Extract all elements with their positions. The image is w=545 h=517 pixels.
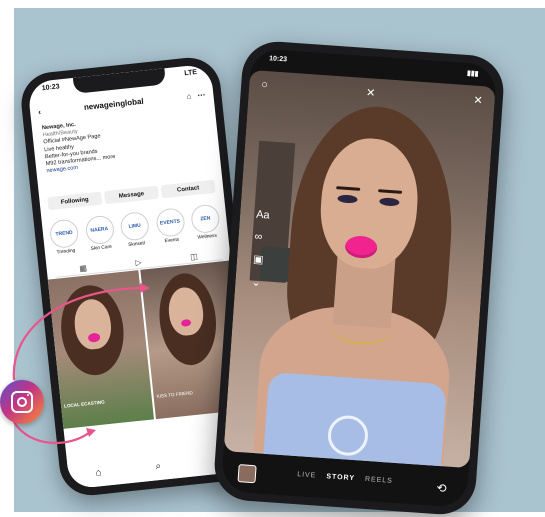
boomerang-icon[interactable]: ∞ <box>254 231 268 244</box>
post-tile[interactable]: LOCAL ECASTING <box>47 270 155 429</box>
highlight-cover: TREND <box>48 218 80 250</box>
highlight-item[interactable]: LIMU Skinsetl <box>118 210 151 249</box>
story-highlights: TREND Trending NAERA Skin Care LIMU Skin… <box>48 203 223 256</box>
camera-screen: 10:23 ▮▮▮ ○ ✕ ✕ Aa ∞ ▣ ⌄ LIVE STORY REEL… <box>220 47 498 509</box>
right-phone: 10:23 ▮▮▮ ○ ✕ ✕ Aa ∞ ▣ ⌄ LIVE STORY REEL… <box>212 39 506 517</box>
highlight-item[interactable]: NAERA Skin Care <box>83 214 116 252</box>
clock: 10:23 <box>41 83 61 93</box>
close-icon[interactable]: ✕ <box>473 94 483 108</box>
flash-icon[interactable]: ✕ <box>366 86 376 100</box>
flip-camera-icon[interactable]: ⟲ <box>433 480 450 497</box>
profile-bio: Newage, Inc. Health/Beauty Official #New… <box>42 108 210 175</box>
mode-reels[interactable]: REELS <box>365 476 393 485</box>
layout-icon[interactable]: ▣ <box>253 253 267 267</box>
highlight-label: Skin Care <box>90 244 113 252</box>
reels-icon[interactable]: ▷ <box>135 257 142 267</box>
tile-caption: KISS TO FRIEND <box>156 390 194 399</box>
following-button[interactable]: Following <box>47 191 103 211</box>
highlight-item[interactable]: TREND Trending <box>48 218 81 256</box>
highlight-label: Events <box>164 237 180 245</box>
highlight-item[interactable]: EVENTS Events <box>154 207 187 245</box>
highlight-label: Skinsetl <box>128 241 146 249</box>
more-icon[interactable]: ⋯ <box>197 90 206 100</box>
settings-icon[interactable]: ○ <box>261 79 268 92</box>
home-icon[interactable]: ⌂ <box>95 467 102 479</box>
mode-selector: LIVE STORY REELS <box>222 466 468 490</box>
tagged-icon[interactable]: ◫ <box>190 251 198 261</box>
highlight-cover: NAERA <box>84 214 115 246</box>
bell-icon[interactable]: ⌂ <box>186 91 192 100</box>
highlight-cover: LIMU <box>119 210 151 242</box>
highlight-label: Wellness <box>197 233 218 241</box>
battery-icon: ▮▮▮ <box>466 70 479 78</box>
instagram-icon <box>0 380 44 424</box>
clock: 10:23 <box>268 55 288 64</box>
highlight-cover: EVENTS <box>154 207 186 238</box>
highlight-label: Trending <box>56 248 76 256</box>
tile-caption: LOCAL ECASTING <box>63 399 105 409</box>
text-tool-icon[interactable]: Aa <box>256 209 270 222</box>
search-icon[interactable]: ⌕ <box>155 460 162 472</box>
signal-indicator: LTE <box>183 68 198 78</box>
mode-live[interactable]: LIVE <box>297 471 317 479</box>
post-grid: LOCAL ECASTING ✕ KISS TO FRIEND <box>47 260 247 429</box>
contact-button[interactable]: Contact <box>160 179 216 199</box>
grid-icon[interactable]: ▦ <box>79 263 87 273</box>
highlight-cover: ZEN <box>189 203 221 235</box>
instagram-glyph <box>11 391 33 413</box>
message-button[interactable]: Message <box>103 185 159 205</box>
mode-story[interactable]: STORY <box>326 473 355 482</box>
chevron-down-icon[interactable]: ⌄ <box>251 276 265 290</box>
highlight-item[interactable]: ZEN Wellness <box>189 203 222 241</box>
